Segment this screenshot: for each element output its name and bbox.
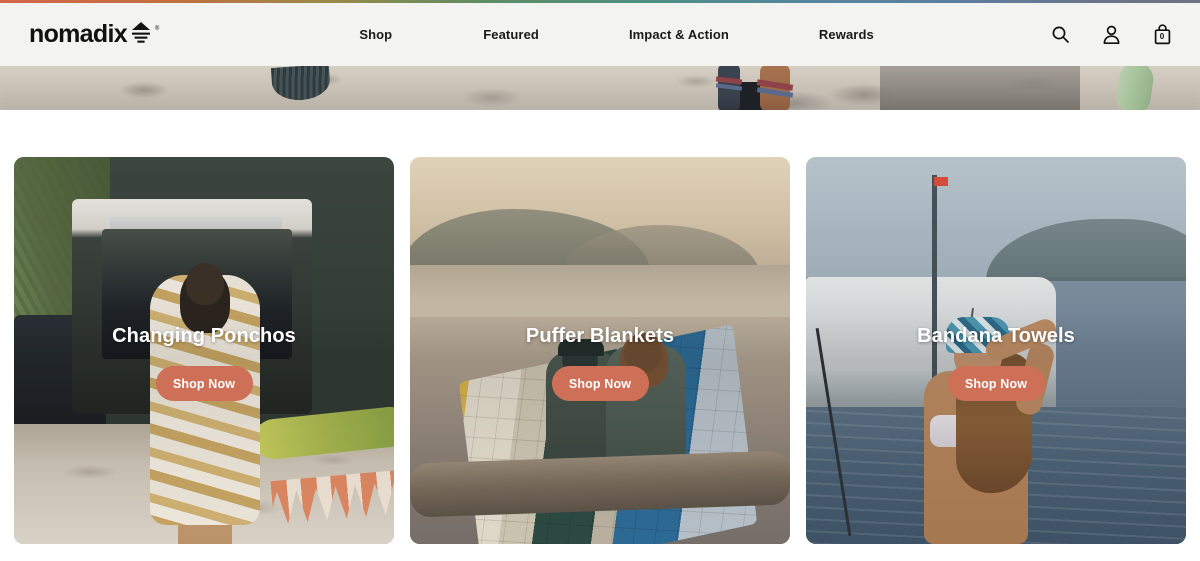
category-card-bandana-towels[interactable]: Bandana Towels Shop Now [806, 157, 1186, 544]
top-gradient-rule [0, 0, 1200, 3]
card-title: Puffer Blankets [525, 325, 675, 347]
card-content: Bandana Towels Shop Now [806, 325, 1186, 401]
category-card-changing-ponchos[interactable]: Changing Ponchos Shop Now [14, 157, 394, 544]
nav-item-rewards[interactable]: Rewards [819, 21, 874, 48]
account-icon [1103, 25, 1119, 44]
brand-logo-text: nomadix [29, 20, 128, 48]
hero-surfboard [1114, 66, 1156, 110]
shop-now-button-changing-ponchos[interactable]: Shop Now [155, 366, 253, 401]
hero-wet-sand [880, 66, 1080, 110]
category-card-puffer-blankets[interactable]: Puffer Blankets Shop Now [410, 157, 790, 544]
brand-logo[interactable]: nomadix ® [29, 20, 159, 50]
shop-now-button-puffer-blankets[interactable]: Shop Now [551, 366, 649, 401]
header-actions: 0 [1048, 23, 1174, 47]
search-icon [1052, 26, 1069, 43]
card-content: Puffer Blankets Shop Now [410, 325, 790, 401]
nav-item-featured[interactable]: Featured [483, 21, 539, 48]
card-title: Changing Ponchos [112, 325, 296, 347]
cart-button[interactable]: 0 [1150, 23, 1174, 47]
site-header: nomadix ® Shop Featured Impact & Action … [0, 3, 1200, 66]
registered-trademark: ® [154, 25, 160, 32]
diamond-lines-logo-icon [130, 21, 152, 50]
card-content: Changing Ponchos Shop Now [14, 325, 394, 401]
hero-banner[interactable] [0, 66, 1200, 110]
category-cards: Changing Ponchos Shop Now Puffer Blanket… [14, 157, 1186, 544]
nav-item-impact-action[interactable]: Impact & Action [629, 21, 729, 48]
hero-wetsuit-leg-right [760, 66, 790, 110]
account-button[interactable] [1099, 23, 1123, 47]
shopping-bag-icon [1154, 24, 1170, 45]
card-title: Bandana Towels [917, 325, 1075, 347]
nav-item-shop[interactable]: Shop [359, 21, 392, 48]
search-button[interactable] [1048, 23, 1072, 47]
shop-now-button-bandana-towels[interactable]: Shop Now [947, 366, 1045, 401]
page-root: nomadix ® Shop Featured Impact & Action … [0, 0, 1200, 561]
main-navigation: Shop Featured Impact & Action Rewards [359, 21, 873, 48]
hero-wetsuit-leg-left [718, 66, 740, 110]
